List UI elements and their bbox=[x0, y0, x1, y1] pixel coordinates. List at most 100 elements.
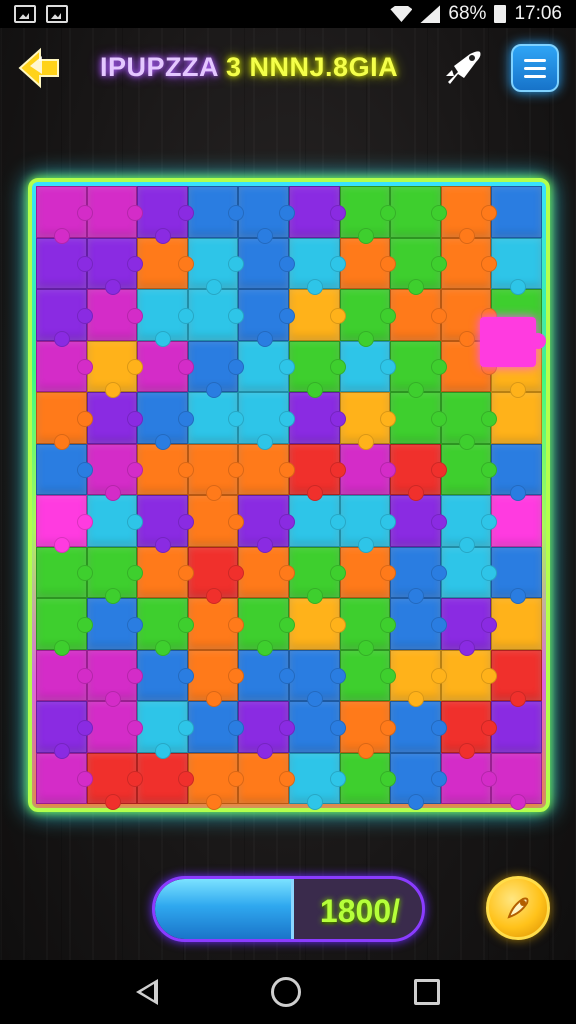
puzzle-piece[interactable] bbox=[36, 598, 93, 655]
puzzle-piece[interactable] bbox=[390, 752, 447, 810]
puzzle-piece[interactable] bbox=[238, 186, 295, 243]
puzzle-piece[interactable] bbox=[238, 443, 295, 495]
puzzle-piece[interactable] bbox=[137, 237, 194, 289]
puzzle-piece[interactable] bbox=[86, 598, 143, 650]
puzzle-board[interactable] bbox=[36, 186, 542, 810]
puzzle-piece[interactable] bbox=[491, 546, 542, 604]
puzzle-piece[interactable] bbox=[390, 443, 447, 501]
puzzle-piece[interactable] bbox=[36, 495, 93, 552]
coin-button[interactable] bbox=[486, 876, 550, 940]
puzzle-piece[interactable] bbox=[187, 546, 244, 604]
puzzle-piece[interactable] bbox=[187, 186, 244, 238]
puzzle-piece[interactable] bbox=[36, 392, 93, 449]
puzzle-piece[interactable] bbox=[288, 186, 346, 238]
puzzle-piece[interactable] bbox=[86, 443, 143, 501]
puzzle-piece[interactable] bbox=[187, 340, 244, 398]
puzzle-piece[interactable] bbox=[238, 289, 295, 346]
puzzle-piece[interactable] bbox=[288, 752, 346, 810]
puzzle-piece[interactable] bbox=[36, 237, 93, 289]
puzzle-piece[interactable] bbox=[491, 237, 542, 295]
puzzle-piece[interactable] bbox=[137, 495, 194, 552]
puzzle-piece[interactable] bbox=[238, 495, 295, 552]
puzzle-piece[interactable] bbox=[238, 392, 295, 449]
puzzle-piece[interactable] bbox=[238, 598, 295, 655]
puzzle-piece[interactable] bbox=[440, 598, 497, 655]
puzzle-piece[interactable] bbox=[86, 546, 143, 604]
puzzle-piece[interactable] bbox=[238, 701, 295, 758]
back-button[interactable] bbox=[16, 44, 64, 90]
puzzle-piece[interactable] bbox=[187, 443, 244, 501]
puzzle-piece[interactable] bbox=[339, 237, 396, 289]
puzzle-piece[interactable] bbox=[390, 649, 447, 707]
puzzle-piece[interactable] bbox=[36, 186, 93, 243]
puzzle-piece[interactable] bbox=[491, 186, 542, 238]
puzzle-piece[interactable] bbox=[390, 340, 447, 398]
puzzle-piece[interactable] bbox=[187, 649, 244, 707]
menu-button[interactable] bbox=[511, 44, 559, 92]
puzzle-piece[interactable] bbox=[339, 598, 396, 655]
puzzle-piece[interactable] bbox=[288, 237, 346, 295]
puzzle-piece[interactable] bbox=[288, 340, 346, 398]
puzzle-piece[interactable] bbox=[440, 443, 497, 495]
puzzle-piece[interactable] bbox=[86, 649, 143, 707]
puzzle-piece[interactable] bbox=[491, 443, 542, 501]
puzzle-piece[interactable] bbox=[491, 701, 542, 753]
puzzle-piece[interactable] bbox=[390, 237, 447, 295]
puzzle-piece[interactable] bbox=[491, 392, 542, 444]
puzzle-piece[interactable] bbox=[339, 340, 396, 392]
puzzle-piece[interactable] bbox=[288, 649, 346, 707]
puzzle-piece[interactable] bbox=[36, 443, 93, 495]
rocket-button[interactable] bbox=[440, 46, 486, 90]
puzzle-piece[interactable] bbox=[137, 443, 194, 495]
puzzle-piece[interactable] bbox=[36, 546, 93, 598]
puzzle-piece[interactable] bbox=[238, 649, 295, 701]
puzzle-piece[interactable] bbox=[238, 546, 295, 598]
puzzle-piece[interactable] bbox=[86, 186, 143, 238]
puzzle-piece[interactable] bbox=[390, 495, 447, 547]
puzzle-piece[interactable] bbox=[440, 649, 497, 701]
puzzle-piece[interactable] bbox=[288, 546, 346, 604]
puzzle-piece[interactable] bbox=[36, 289, 93, 346]
puzzle-piece[interactable] bbox=[86, 237, 143, 295]
puzzle-piece[interactable] bbox=[288, 598, 346, 650]
puzzle-piece[interactable] bbox=[390, 289, 447, 341]
puzzle-piece[interactable] bbox=[187, 701, 244, 753]
nav-home-icon[interactable] bbox=[270, 977, 301, 1007]
puzzle-piece[interactable] bbox=[187, 392, 244, 444]
puzzle-piece[interactable] bbox=[137, 546, 194, 598]
puzzle-piece[interactable] bbox=[288, 392, 346, 444]
puzzle-piece[interactable] bbox=[137, 598, 194, 655]
puzzle-piece[interactable] bbox=[137, 186, 194, 243]
nav-back-icon[interactable] bbox=[136, 979, 159, 1005]
puzzle-piece[interactable] bbox=[86, 340, 143, 398]
puzzle-piece[interactable] bbox=[339, 289, 396, 346]
puzzle-piece[interactable] bbox=[390, 186, 447, 238]
puzzle-piece[interactable] bbox=[187, 237, 244, 295]
puzzle-piece[interactable] bbox=[137, 752, 194, 804]
puzzle-piece[interactable] bbox=[440, 237, 497, 289]
puzzle-piece[interactable] bbox=[491, 598, 542, 650]
puzzle-piece[interactable] bbox=[86, 392, 143, 444]
puzzle-piece[interactable] bbox=[440, 546, 497, 598]
puzzle-piece[interactable] bbox=[288, 495, 346, 547]
floating-puzzle-piece[interactable] bbox=[480, 317, 546, 367]
puzzle-piece[interactable] bbox=[86, 752, 143, 810]
puzzle-piece[interactable] bbox=[238, 752, 295, 804]
puzzle-piece[interactable] bbox=[339, 546, 396, 598]
puzzle-piece[interactable] bbox=[36, 649, 93, 701]
puzzle-piece[interactable] bbox=[440, 701, 497, 758]
puzzle-piece[interactable] bbox=[36, 701, 93, 758]
puzzle-piece[interactable] bbox=[238, 340, 295, 392]
puzzle-piece[interactable] bbox=[288, 289, 346, 341]
puzzle-piece[interactable] bbox=[491, 495, 542, 547]
puzzle-piece[interactable] bbox=[390, 701, 447, 753]
puzzle-piece[interactable] bbox=[137, 340, 194, 392]
nav-recent-icon[interactable] bbox=[413, 979, 440, 1005]
puzzle-piece[interactable] bbox=[288, 443, 346, 501]
puzzle-piece[interactable] bbox=[390, 598, 447, 650]
puzzle-piece[interactable] bbox=[86, 495, 143, 547]
puzzle-piece[interactable] bbox=[339, 649, 396, 701]
puzzle-piece[interactable] bbox=[491, 752, 542, 810]
puzzle-piece[interactable] bbox=[390, 546, 447, 604]
puzzle-piece[interactable] bbox=[440, 752, 497, 804]
